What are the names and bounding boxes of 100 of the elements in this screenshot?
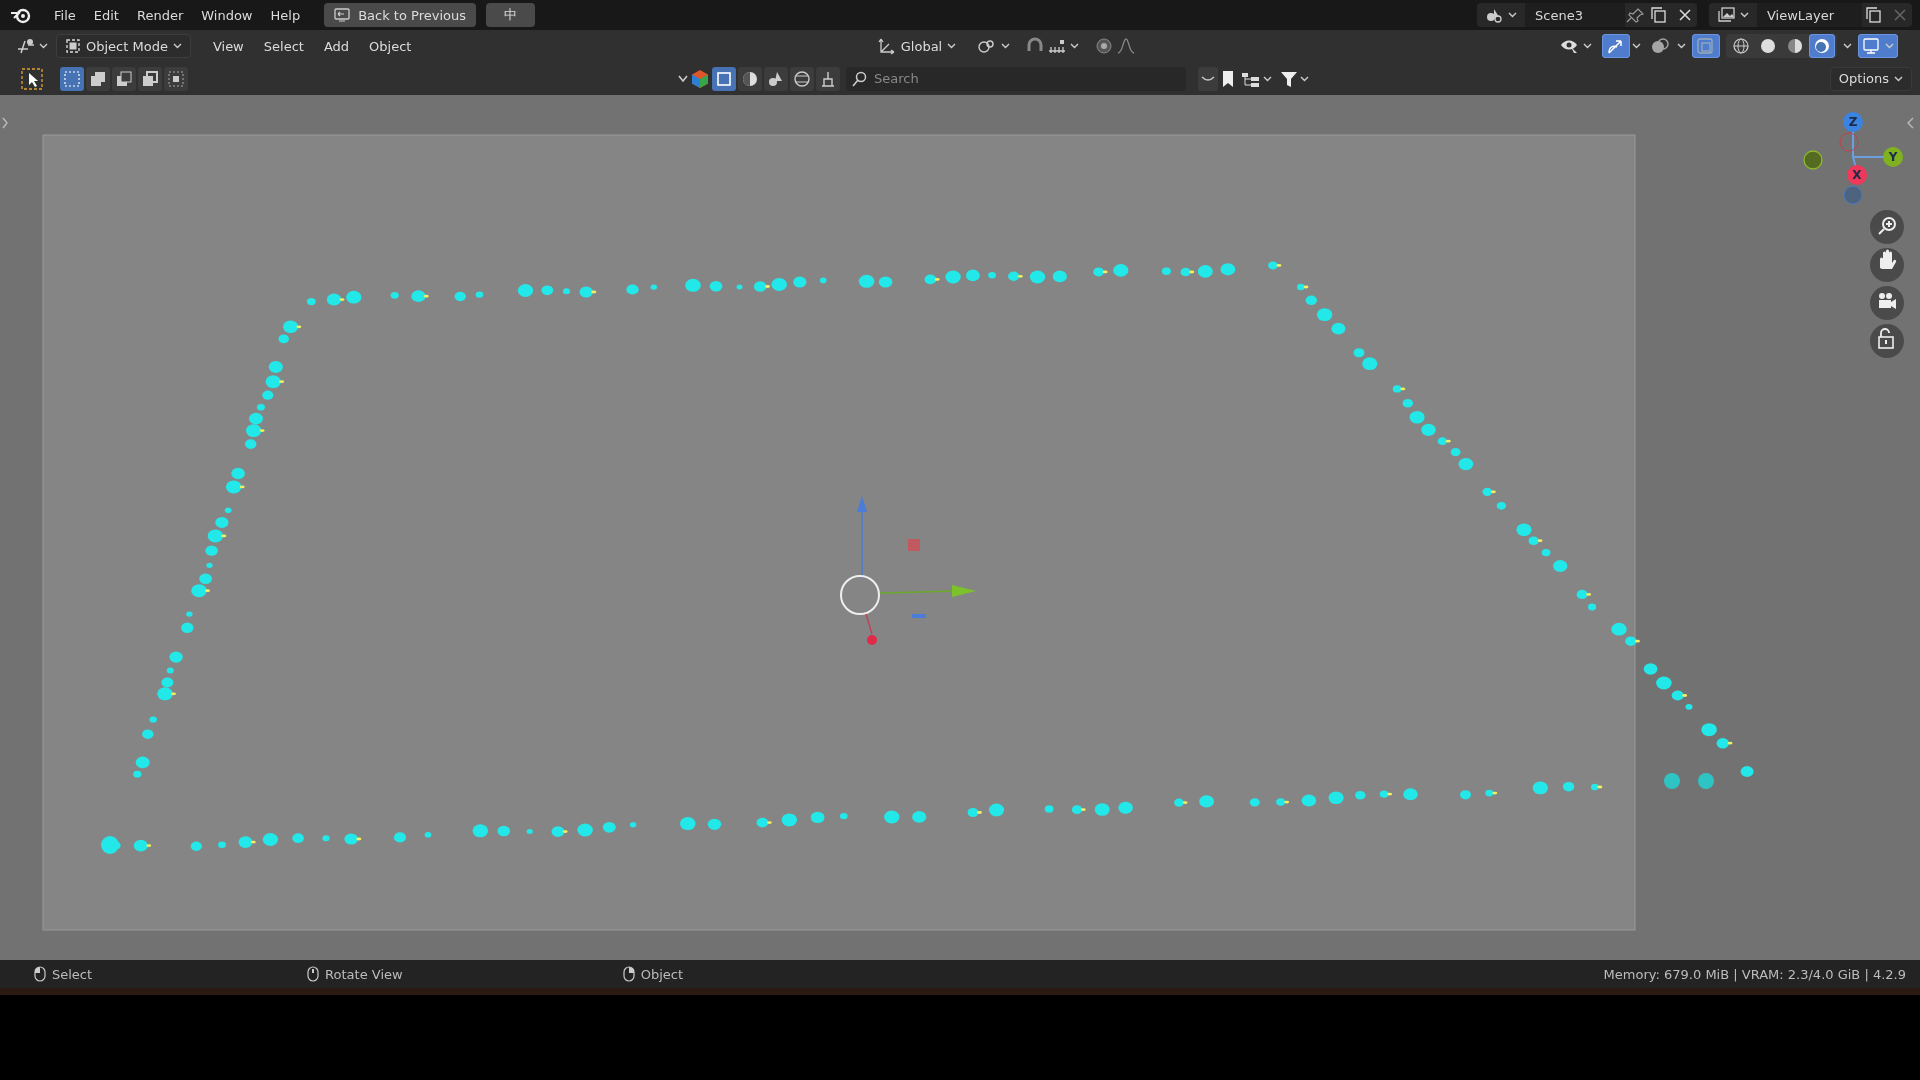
selection-mode-button[interactable]	[86, 66, 110, 91]
difference-selection-icon	[141, 69, 159, 88]
chevron-down-icon	[1201, 75, 1215, 82]
axis-handle[interactable]	[1843, 185, 1863, 205]
search-field[interactable]: Search	[846, 66, 1186, 91]
axis-handle[interactable]: Z	[1843, 112, 1863, 132]
menu-item[interactable]: Edit	[85, 3, 127, 27]
object-filter-icon	[715, 69, 733, 88]
extend-selection-icon	[89, 69, 107, 88]
sort-toggle-button[interactable]	[1198, 66, 1218, 91]
xray-square-icon	[1696, 37, 1716, 55]
caret-icon	[1583, 43, 1592, 49]
scene-name-field[interactable]: Scene3	[1525, 3, 1625, 27]
input-method-button[interactable]: 中	[485, 3, 535, 27]
selection-mode-button[interactable]	[138, 66, 162, 91]
status-hint: Rotate View	[325, 966, 403, 982]
mouse-icon	[622, 966, 635, 982]
axis-handle[interactable]: Y	[1883, 147, 1903, 167]
mouse-icon	[307, 966, 320, 982]
zoom-icon[interactable]	[1870, 210, 1904, 244]
axis-handle[interactable]	[1803, 150, 1823, 170]
globe-filter-icon	[793, 69, 811, 88]
axis-handle[interactable]	[1839, 132, 1859, 152]
caret-icon	[1300, 75, 1309, 82]
overlapping-circles-icon	[1651, 37, 1671, 55]
funnel-icon	[1280, 69, 1298, 88]
sidebar-toggle-icon[interactable]	[1907, 117, 1914, 129]
toolbar-toggle-icon[interactable]	[2, 117, 8, 129]
screen-icon	[334, 8, 351, 22]
caret-icon	[1894, 75, 1903, 82]
menu-item[interactable]: Render	[128, 3, 192, 27]
menu-item[interactable]: Help	[262, 3, 309, 27]
search-icon	[852, 70, 868, 87]
orientation-icon	[877, 37, 896, 55]
axes-icon	[16, 37, 36, 55]
menu-item[interactable]: Object	[361, 34, 420, 58]
menu-item[interactable]: Add	[315, 34, 358, 58]
brush-filter-icon	[819, 69, 837, 88]
camera-view-button[interactable]	[1858, 34, 1898, 58]
monitor-icon	[1862, 37, 1882, 55]
caret-icon	[947, 43, 957, 49]
menu-item[interactable]: View	[204, 34, 252, 58]
caret-icon	[1070, 43, 1080, 49]
filter-toggle-button[interactable]	[816, 66, 840, 91]
camera-icon[interactable]	[1870, 286, 1904, 320]
filter-toggle-button[interactable]	[764, 66, 788, 91]
blender-logo-icon[interactable]	[10, 6, 32, 24]
material-sphere-icon	[1786, 37, 1804, 55]
sphere-filter-icon	[741, 69, 759, 88]
caret-icon	[1632, 43, 1641, 49]
shading-mode-button[interactable]	[1809, 34, 1835, 58]
menu-item[interactable]: Window	[193, 3, 261, 27]
caret-icon	[172, 43, 182, 49]
select-tool-button[interactable]	[18, 66, 46, 91]
pin-icon[interactable]	[1625, 7, 1647, 23]
caret-icon	[1263, 75, 1272, 82]
selection-mode-button[interactable]	[112, 66, 136, 91]
selection-mode-button[interactable]	[164, 66, 188, 91]
scene-selector[interactable]: Scene3	[1477, 3, 1697, 27]
scene-icon	[1485, 7, 1503, 23]
axis-handle[interactable]: X	[1847, 165, 1867, 185]
image-stack-icon	[1717, 7, 1735, 23]
snap-grid-icon	[1047, 37, 1068, 55]
solid-sphere-icon	[1759, 37, 1777, 55]
cursor-select-icon	[21, 67, 43, 90]
mode-dropdown[interactable]: Object Mode	[56, 34, 191, 58]
caret-icon	[1740, 12, 1749, 18]
status-hint: Select	[52, 966, 93, 982]
filter-toggle-button[interactable]	[790, 66, 814, 91]
caret-icon[interactable]	[678, 74, 688, 83]
caret-icon	[1885, 43, 1894, 49]
bookmark-icon[interactable]	[1220, 69, 1236, 88]
menu-item[interactable]: File	[46, 3, 84, 27]
viewport-toggle-button[interactable]	[1692, 34, 1720, 58]
filter-toggle-button[interactable]	[712, 66, 736, 91]
filter-toggle-button[interactable]	[738, 66, 762, 91]
rendered-sphere-icon	[1813, 37, 1831, 55]
cube-outline-icon	[65, 38, 81, 54]
target-circle-icon	[1095, 37, 1114, 55]
view-layer-selector[interactable]: ViewLayer	[1709, 3, 1912, 27]
orientation-dropdown[interactable]: Global	[869, 34, 965, 58]
mouse-icon	[34, 966, 46, 982]
caret-icon	[1001, 43, 1011, 49]
falloff-curve-icon	[1116, 37, 1137, 55]
color-hexagon-icon[interactable]	[690, 68, 710, 89]
viewport-toggle-button[interactable]	[1602, 34, 1630, 58]
menu-item[interactable]: Select	[255, 34, 312, 58]
back-to-previous-button[interactable]: Back to Previous	[324, 3, 476, 27]
padlock-icon[interactable]	[1870, 324, 1904, 358]
caret-icon	[1843, 43, 1852, 49]
new-selection-icon	[63, 69, 81, 88]
view-layer-name-field[interactable]: ViewLayer	[1757, 3, 1862, 27]
wireframe-sphere-icon	[1732, 37, 1750, 55]
selection-mode-button[interactable]	[60, 66, 84, 91]
hand-icon[interactable]	[1870, 248, 1904, 282]
caret-icon	[39, 43, 48, 49]
memory-stats: Memory: 679.0 MiB | VRAM: 2.3/4.0 GiB | 4.2.9	[1603, 966, 1906, 982]
options-dropdown[interactable]: Options	[1829, 66, 1912, 91]
caret-icon	[1677, 43, 1686, 49]
caret-icon	[1508, 12, 1517, 18]
